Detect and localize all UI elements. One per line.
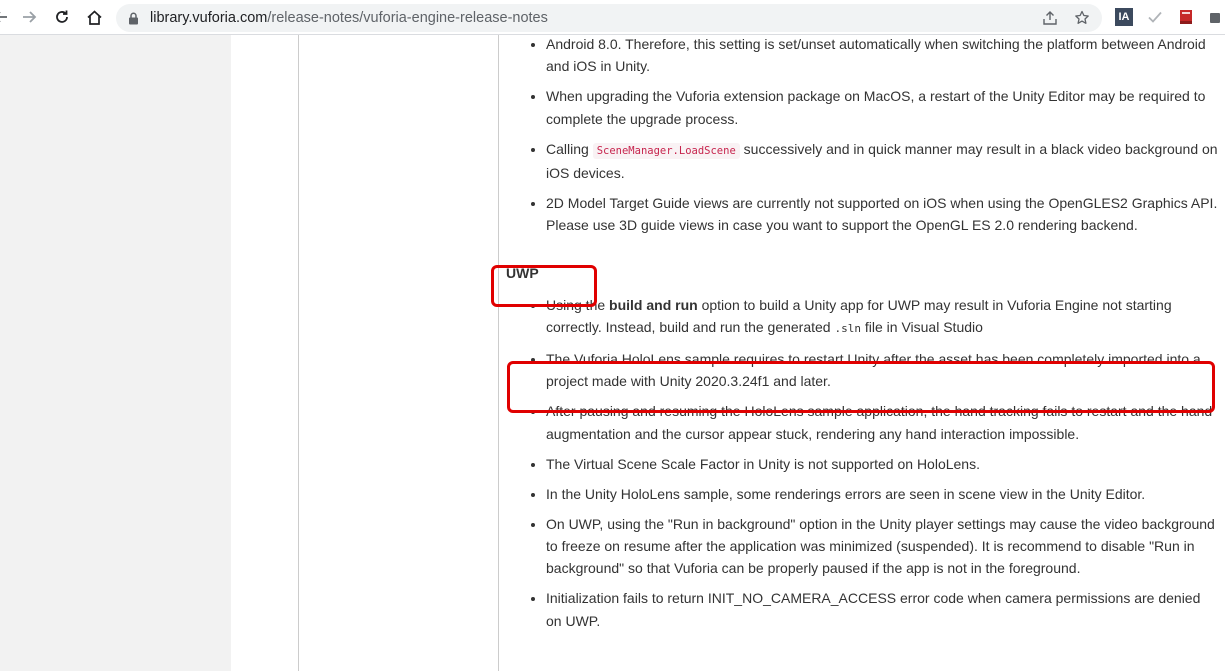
list-item: Calling SceneManager.LoadScene successiv… <box>546 138 1218 185</box>
more-extensions-icon[interactable] <box>1207 8 1225 26</box>
list-item-text: The Vuforia HoloLens sample requires to … <box>546 351 1201 390</box>
home-button[interactable] <box>81 4 107 30</box>
list-item-text: In the Unity HoloLens sample, some rende… <box>546 485 1146 502</box>
url-path: /release-notes/vuforia-engine-release-no… <box>267 10 548 26</box>
bookmark-star-icon[interactable] <box>1074 10 1090 26</box>
list-item-text: Initialization fails to return INIT_NO_C… <box>546 590 1201 629</box>
list-item-text: The Virtual Scene Scale Factor in Unity … <box>546 455 980 472</box>
list-item: In the Unity HoloLens sample, some rende… <box>546 483 1218 505</box>
url-text: library.vuforia.com/release-notes/vufori… <box>150 9 548 27</box>
list-item-text: Android 8.0. Therefore, this setting is … <box>546 36 1206 75</box>
list-item-text: 2D Model Target Guide views are currentl… <box>546 194 1218 234</box>
home-icon <box>86 9 102 25</box>
content-divider <box>498 35 499 671</box>
lock-icon <box>129 12 138 25</box>
reload-button[interactable] <box>49 4 75 30</box>
ia-extension-icon[interactable]: IA <box>1115 8 1133 26</box>
list-item-text: Using the <box>546 296 610 313</box>
share-icon[interactable] <box>1042 10 1058 26</box>
forward-button[interactable] <box>16 4 42 30</box>
list-item-text: After pausing and resuming the HoloLens … <box>546 403 1213 442</box>
uwp-known-issues-list: Using the build and run option to build … <box>506 294 1218 632</box>
checkmark-extension-icon[interactable] <box>1146 8 1164 26</box>
list-item: After pausing and resuming the HoloLens … <box>546 400 1218 445</box>
list-item: On UWP, using the "Run in background" op… <box>546 513 1218 580</box>
inline-code: .sln <box>834 322 861 336</box>
address-bar[interactable]: library.vuforia.com/release-notes/vufori… <box>116 4 1102 32</box>
list-item: Initialization fails to return INIT_NO_C… <box>546 587 1218 632</box>
list-item: 2D Model Target Guide views are currentl… <box>546 192 1218 237</box>
list-item-bold: build and run <box>609 296 698 313</box>
reload-icon <box>56 10 68 23</box>
inline-code: SceneManager.LoadScene <box>592 142 740 159</box>
left-gutter <box>0 35 231 671</box>
url-host: library.vuforia.com <box>150 10 268 26</box>
release-notes-content: Android 8.0. Therefore, this setting is … <box>506 35 1218 640</box>
arrow-right-icon <box>23 11 37 23</box>
list-item: The Virtual Scene Scale Factor in Unity … <box>546 453 1218 475</box>
list-item: When upgrading the Vuforia extension pac… <box>546 85 1218 130</box>
sidebar-divider <box>298 35 299 671</box>
list-item-text: On UWP, using the "Run in background" op… <box>546 515 1215 577</box>
book-extension-icon[interactable] <box>1177 8 1195 26</box>
list-item-text: Calling <box>546 140 593 157</box>
list-item: Using the build and run option to build … <box>546 294 1218 341</box>
back-button[interactable] <box>0 4 14 30</box>
top-known-issues-list: Android 8.0. Therefore, this setting is … <box>506 33 1218 237</box>
list-item: The Vuforia HoloLens sample requires to … <box>546 348 1218 393</box>
list-item-text: file in Visual Studio <box>860 319 983 336</box>
list-item: Android 8.0. Therefore, this setting is … <box>546 33 1218 78</box>
puzzle-icon <box>1210 13 1220 23</box>
list-item-text: When upgrading the Vuforia extension pac… <box>546 88 1206 127</box>
browser-toolbar: library.vuforia.com/release-notes/vufori… <box>0 0 1225 35</box>
section-heading-uwp: UWP <box>506 264 539 281</box>
arrow-left-icon <box>0 12 7 22</box>
